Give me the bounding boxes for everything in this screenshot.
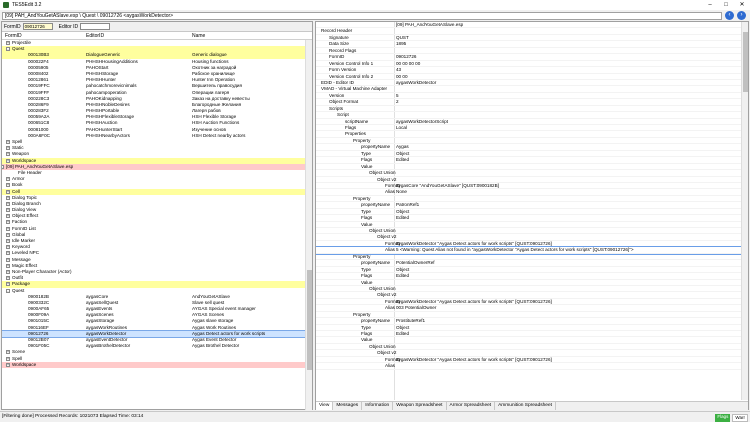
expand-icon[interactable]: +	[6, 276, 10, 281]
app-window: TES5Edit 3.2 – □ ✕ [09] PAH_AndYouGetASl…	[0, 0, 750, 422]
editorid-filter-input[interactable]	[80, 23, 111, 30]
record-scrollbar-thumb[interactable]	[743, 32, 748, 92]
navigation-bar: [09] PAH_AndYouGetASlave.esp \ Quest \ 0…	[0, 10, 750, 21]
status-bar: [Filtering done] Processed Records: 1021…	[0, 411, 750, 422]
record-path[interactable]: [09] PAH_AndYouGetASlave.esp \ Quest \ 0…	[2, 11, 722, 20]
expand-icon[interactable]: +	[6, 245, 10, 250]
formid-filter-label: FormID	[4, 23, 21, 30]
expand-icon[interactable]: +	[6, 195, 10, 200]
tree-column-header: FormID EditorID Name	[2, 32, 312, 40]
title-bar: TES5Edit 3.2 – □ ✕	[0, 0, 750, 10]
column-formid[interactable]: FormID	[5, 33, 22, 39]
record-scrollbar[interactable]	[741, 22, 748, 400]
tree-cell-formid: Worldspace	[12, 361, 37, 367]
expand-icon[interactable]: +	[6, 152, 10, 157]
status-text: [Filtering done] Processed Records: 1021…	[2, 414, 144, 419]
tree-scrollbar[interactable]	[305, 40, 312, 410]
view-tabs: View Messages Information Weapon Spreadshee…	[316, 401, 748, 410]
tab-ammunition-spreadsheet[interactable]: Ammunition Spreadsheet	[495, 402, 556, 410]
tab-view[interactable]: View	[316, 402, 334, 410]
tab-weapon-spreadsheet[interactable]: Weapon Spreadsheet	[393, 402, 447, 410]
record-tree: + Projectile - Quest 000130B3 DialogueGeneric…	[2, 40, 306, 410]
expand-icon[interactable]: +	[6, 208, 10, 213]
expand-icon[interactable]: +	[6, 239, 10, 243]
window-title: TES5Edit 3.2	[12, 2, 42, 8]
expand-icon[interactable]: +	[6, 350, 10, 355]
forward-arrow-icon[interactable]: ›	[737, 11, 746, 20]
expand-icon[interactable]: +	[6, 263, 10, 268]
expand-icon[interactable]: +	[6, 362, 10, 367]
expand-icon[interactable]: +	[6, 201, 10, 206]
column-name[interactable]: Name	[192, 33, 205, 39]
expand-icon[interactable]: +	[6, 232, 10, 237]
expand-icon[interactable]: +	[6, 158, 10, 163]
tab-information[interactable]: Information	[362, 402, 394, 410]
record-view-pane: [09] PAH_AndYouGetASlave.esp Record Heade…	[315, 21, 749, 410]
app-icon	[3, 2, 9, 8]
expand-icon[interactable]: +	[6, 214, 10, 219]
tree-scrollbar-thumb[interactable]	[307, 270, 312, 370]
formid-filter-input[interactable]: 09012726	[22, 23, 53, 30]
expand-icon[interactable]: +	[6, 356, 10, 361]
back-arrow-icon[interactable]: ‹	[725, 11, 734, 20]
collapse-icon[interactable]: -	[6, 47, 10, 52]
expand-icon[interactable]: +	[6, 146, 10, 151]
column-editorid[interactable]: EditorID	[86, 33, 104, 39]
expand-icon[interactable]: +	[6, 189, 10, 194]
collapse-icon[interactable]: -	[6, 288, 10, 293]
navigation-tree-pane: FormID 09012726 Editor ID FormID EditorI…	[1, 21, 313, 410]
expand-icon[interactable]: +	[6, 226, 10, 231]
expand-icon[interactable]: +	[6, 282, 10, 287]
tree-row[interactable]: + Worldspace	[2, 361, 306, 368]
record-row[interactable]: Alias	[316, 363, 743, 370]
expand-icon[interactable]: +	[6, 220, 10, 225]
expand-icon[interactable]: +	[6, 257, 10, 262]
collapse-icon[interactable]: -	[2, 164, 4, 169]
tab-messages[interactable]: Messages	[333, 402, 363, 410]
expand-icon[interactable]: +	[6, 269, 10, 274]
tab-armor-spreadsheet[interactable]: Armor Spreadsheet	[447, 402, 496, 410]
expand-icon[interactable]: +	[6, 251, 10, 256]
maximize-icon[interactable]: □	[718, 0, 734, 10]
window-controls: – □ ✕	[702, 0, 750, 10]
expand-icon[interactable]: +	[6, 177, 10, 182]
close-icon[interactable]: ✕	[734, 0, 750, 10]
editorid-filter-label: Editor ID	[58, 23, 79, 30]
record-field-name: Alias	[385, 363, 395, 369]
expand-icon[interactable]: +	[6, 41, 10, 45]
expand-icon[interactable]: +	[6, 183, 10, 188]
minimize-icon[interactable]: –	[702, 0, 718, 10]
expand-icon[interactable]: +	[6, 140, 10, 144]
filter-bar: FormID 09012726 Editor ID	[2, 22, 312, 32]
record-grid: [09] PAH_AndYouGetASlave.esp Record Heade…	[316, 22, 743, 400]
